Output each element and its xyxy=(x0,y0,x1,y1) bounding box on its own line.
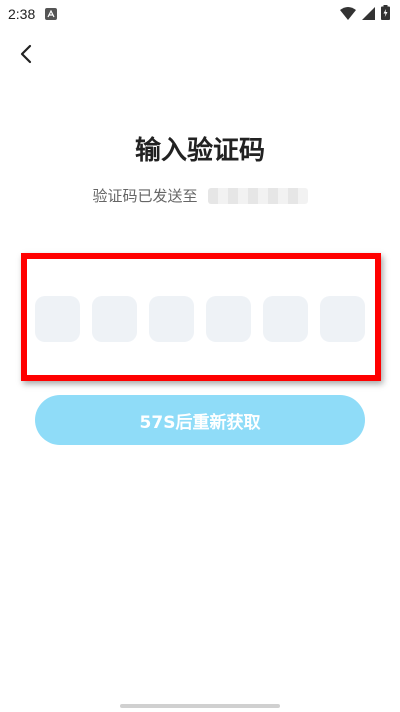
code-input-row xyxy=(35,296,365,342)
masked-phone-number xyxy=(207,187,308,204)
code-digit-5[interactable] xyxy=(263,296,308,342)
code-digit-6[interactable] xyxy=(320,296,365,342)
home-indicator xyxy=(120,704,280,708)
status-bar: 2:38 xyxy=(0,0,400,28)
subtitle-row: 验证码已发送至 xyxy=(0,185,400,206)
status-right xyxy=(340,4,390,24)
verification-screen: 2:38 输入验证码 验证码已发送至 57S后重新获取 xyxy=(0,0,400,712)
code-digit-1[interactable] xyxy=(35,296,80,342)
resend-code-button[interactable]: 57S后重新获取 xyxy=(35,395,365,445)
page-title: 输入验证码 xyxy=(134,136,265,166)
chevron-left-icon xyxy=(20,44,32,64)
signal-icon xyxy=(362,5,375,24)
code-digit-4[interactable] xyxy=(206,296,251,342)
status-left: 2:38 xyxy=(8,6,58,22)
battery-icon xyxy=(381,4,390,24)
code-digit-2[interactable] xyxy=(92,296,137,342)
notification-a-icon xyxy=(45,8,58,20)
code-digit-3[interactable] xyxy=(149,296,194,342)
wifi-icon xyxy=(340,5,356,24)
sent-to-label: 验证码已发送至 xyxy=(92,187,198,205)
back-button[interactable] xyxy=(12,40,40,68)
status-time: 2:38 xyxy=(8,6,36,22)
